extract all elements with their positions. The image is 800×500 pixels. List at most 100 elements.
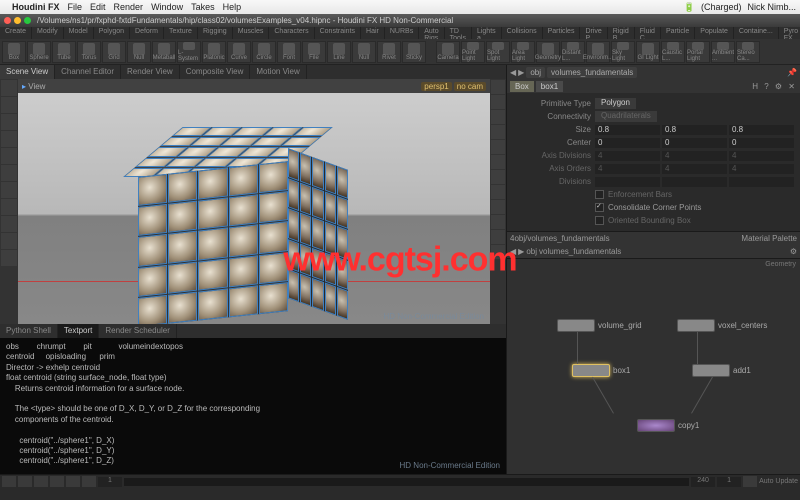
shelf-tab[interactable]: TD Tools xyxy=(445,27,472,39)
shelf-tool-font[interactable]: Font xyxy=(277,41,301,63)
pin-icon[interactable]: 📌 xyxy=(787,68,797,77)
play-last-icon[interactable] xyxy=(82,476,96,487)
shelf-tool-point-light[interactable]: Point Light xyxy=(461,41,485,63)
net-path-obj[interactable]: obj xyxy=(526,247,537,256)
mid-path-bar[interactable]: 4obj/volumes_fundamentals Material Palet… xyxy=(507,231,800,245)
minimize-icon[interactable] xyxy=(14,17,21,24)
axis-div-z[interactable]: 4 xyxy=(729,151,794,161)
shelf-tab[interactable]: Fluid C... xyxy=(635,27,661,39)
shelf-tab[interactable]: Model xyxy=(64,27,94,39)
tool-icon[interactable] xyxy=(1,216,17,232)
disp-icon[interactable] xyxy=(491,80,505,94)
shelf-tab[interactable]: Constraints xyxy=(315,27,361,39)
scale-tool-icon[interactable] xyxy=(1,131,17,147)
menu-help[interactable]: Help xyxy=(223,2,242,12)
rotate-tool-icon[interactable] xyxy=(1,114,17,130)
div-y[interactable] xyxy=(662,177,727,187)
shelf-tab[interactable]: Populate xyxy=(695,27,734,39)
shelf-tool-rivet[interactable]: Rivet xyxy=(377,41,401,63)
shelf-tool-file[interactable]: File xyxy=(302,41,326,63)
frame-end[interactable]: 240 xyxy=(691,477,715,487)
play-fwd-icon[interactable] xyxy=(50,476,64,487)
shelf-tab[interactable]: Muscles xyxy=(233,27,270,39)
nav-fwd-icon[interactable]: ▶ xyxy=(518,68,524,77)
shelf-tool-torus[interactable]: Torus xyxy=(77,41,101,63)
shelf-tab[interactable]: Polygon xyxy=(94,27,130,39)
shelf-tab[interactable]: Pyro FX xyxy=(779,27,800,39)
shelf-tool-sphere[interactable]: Sphere xyxy=(27,41,51,63)
tool-icon[interactable] xyxy=(1,165,17,181)
shelf-tab[interactable]: Lights a... xyxy=(472,27,502,39)
frame-start[interactable]: 1 xyxy=(98,477,122,487)
shelf-tab[interactable]: Texture xyxy=(164,27,198,39)
disp-icon[interactable] xyxy=(491,95,505,109)
play-prev-icon[interactable] xyxy=(18,476,32,487)
shelf-tab[interactable]: Containe... xyxy=(734,27,779,39)
play-back-icon[interactable] xyxy=(34,476,48,487)
node-name-field[interactable]: box1 xyxy=(536,81,563,92)
disp-icon[interactable] xyxy=(491,125,505,139)
axis-ord-z[interactable]: 4 xyxy=(729,164,794,174)
path-net[interactable]: volumes_fundamentals xyxy=(547,67,637,78)
shelf-tool-circle[interactable]: Circle xyxy=(252,41,276,63)
shelf-tab[interactable]: Deform xyxy=(130,27,164,39)
shelf-tab[interactable]: Collisions xyxy=(502,27,543,39)
tab-render-view[interactable]: Render View xyxy=(121,65,180,79)
cube-geometry[interactable] xyxy=(138,129,348,319)
center-x[interactable]: 0 xyxy=(595,138,660,148)
shelf-tab[interactable]: Particles xyxy=(543,27,581,39)
axis-div-y[interactable]: 4 xyxy=(662,151,727,161)
nav-fwd-icon[interactable]: ▶ xyxy=(518,247,524,256)
tool-icon[interactable] xyxy=(1,182,17,198)
shelf-tab[interactable]: NURBs xyxy=(385,27,419,39)
tab-material-palette[interactable]: Material Palette xyxy=(741,234,797,243)
path-obj[interactable]: obj xyxy=(526,67,545,78)
disp-icon[interactable] xyxy=(491,155,505,169)
center-z[interactable]: 0 xyxy=(729,138,794,148)
menu-window[interactable]: Window xyxy=(151,2,183,12)
shelf-tool-tube[interactable]: Tube xyxy=(52,41,76,63)
disp-icon[interactable] xyxy=(491,185,505,199)
div-x[interactable] xyxy=(595,177,660,187)
axis-ord-x[interactable]: 4 xyxy=(595,164,660,174)
disp-icon[interactable] xyxy=(491,110,505,124)
shelf-tool-null[interactable]: Null xyxy=(352,41,376,63)
tab-textport[interactable]: Textport xyxy=(58,324,99,338)
node-volume-grid[interactable]: volume_grid xyxy=(557,319,642,332)
shelf-tool-grid[interactable]: Grid xyxy=(102,41,126,63)
disp-icon[interactable] xyxy=(491,140,505,154)
play-next-icon[interactable] xyxy=(66,476,80,487)
timeline[interactable]: 1 240 1 Auto Update xyxy=(0,474,800,488)
shelf-tool-ambient-[interactable]: Ambient ... xyxy=(711,41,735,63)
shelf-tool-caustic-l-[interactable]: Caustic L... xyxy=(661,41,685,63)
disp-icon[interactable] xyxy=(491,200,505,214)
axis-div-x[interactable]: 4 xyxy=(595,151,660,161)
shelf-tool-curve[interactable]: Curve xyxy=(227,41,251,63)
node-box1[interactable]: box1 xyxy=(572,364,630,377)
shelf-tab[interactable]: Auto Rigs xyxy=(419,27,444,39)
viewport-left-tools[interactable] xyxy=(0,79,18,324)
shelf-tab[interactable]: Drive P... xyxy=(580,27,607,39)
user-name[interactable]: Nick Nimb... xyxy=(747,2,796,12)
tab-composite-view[interactable]: Composite View xyxy=(180,65,251,79)
move-tool-icon[interactable] xyxy=(1,97,17,113)
tab-motion-view[interactable]: Motion View xyxy=(250,65,306,79)
left-pane-tabs[interactable]: Scene View Channel Editor Render View Co… xyxy=(0,65,506,79)
node-voxel-centers[interactable]: voxel_centers xyxy=(677,319,767,332)
shelf-tab[interactable]: Particle xyxy=(661,27,695,39)
shelf-tool-sky-light[interactable]: Sky Light xyxy=(611,41,635,63)
key-icon[interactable] xyxy=(743,476,757,487)
shelf-tab[interactable]: Hair xyxy=(361,27,385,39)
tool-icon[interactable] xyxy=(1,199,17,215)
tool-icon[interactable] xyxy=(1,148,17,164)
tab-python-shell[interactable]: Python Shell xyxy=(0,324,58,338)
bottom-pane-tabs[interactable]: Python Shell Textport Render Scheduler xyxy=(0,324,506,338)
center-y[interactable]: 0 xyxy=(662,138,727,148)
shelf-tool-box[interactable]: Box xyxy=(2,41,26,63)
node-copy1[interactable]: copy1 xyxy=(637,419,699,432)
prim-type-select[interactable]: Polygon xyxy=(595,98,636,109)
connectivity-select[interactable]: Quadrilaterals xyxy=(595,111,657,122)
node-add1[interactable]: add1 xyxy=(692,364,751,377)
shelf-tool-geometry[interactable]: Geometry xyxy=(536,41,560,63)
viewport-right-tools[interactable] xyxy=(490,79,506,324)
